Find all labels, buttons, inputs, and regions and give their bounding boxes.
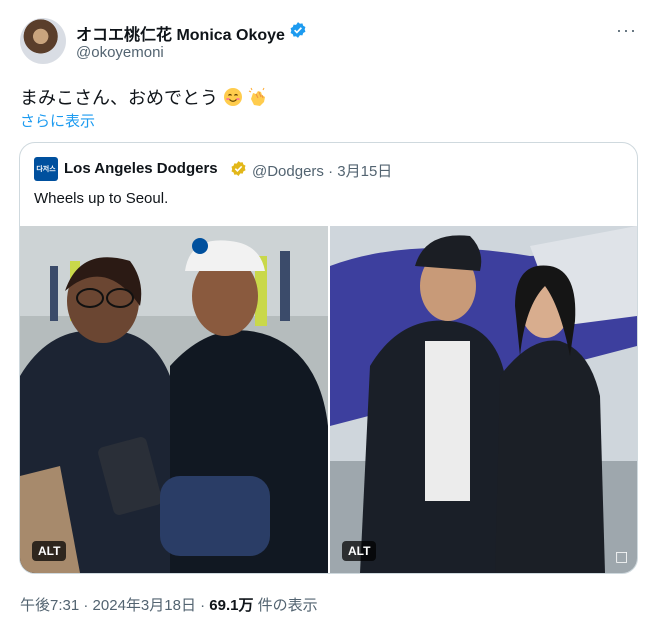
dodgers-avatar[interactable]: 다저스 [34,157,58,181]
quoted-text: Wheels up to Seoul. [34,190,169,207]
show-more-link[interactable]: さらに表示 [20,110,95,131]
svg-text:□: □ [615,549,628,565]
author-handle[interactable]: @okoyemoni [76,44,164,61]
tweet-body: まみこさん、おめでとう [20,88,218,108]
tweet-footer: 午後7:31 · 2024年3月18日 · 69.1万 件の表示 [20,594,318,615]
alt-badge-1[interactable]: ALT [32,541,67,561]
quoted-photo-2[interactable]: □ ALT [330,226,637,573]
smiling-face-icon [224,88,243,106]
tweet-time[interactable]: 午後7:31 [20,597,79,614]
quoted-display-name[interactable]: Los Angeles Dodgers [64,160,218,177]
author-avatar[interactable] [20,18,66,64]
footer-separator-1: · [83,597,89,614]
photo-1-image [20,226,328,573]
author-display-name[interactable]: オコエ桃仁花 Monica Okoye [76,21,285,45]
quoted-tweet[interactable]: 다저스 Los Angeles Dodgers @Dodgers · 3月15日… [19,142,638,574]
verified-badge-icon [290,22,306,38]
meta-separator: · [328,163,334,180]
more-options-icon[interactable]: ··· [616,20,637,41]
footer-separator-2: · [200,597,206,614]
views-label: 件の表示 [257,597,318,614]
tweet-text: まみこさん、おめでとう [20,84,268,110]
clapping-hands-icon [248,87,266,106]
views-count[interactable]: 69.1万 [209,597,253,614]
quoted-meta: @Dodgers · 3月15日 [252,160,392,181]
quoted-photo-1[interactable]: ALT [20,226,328,573]
alt-badge-2[interactable]: ALT [342,541,377,561]
tweet-date[interactable]: 2024年3月18日 [93,597,196,614]
verified-gold-badge-icon [231,161,246,176]
quoted-handle[interactable]: @Dodgers [252,163,324,180]
quoted-date[interactable]: 3月15日 [337,163,392,180]
photo-2-image: □ [330,226,637,573]
